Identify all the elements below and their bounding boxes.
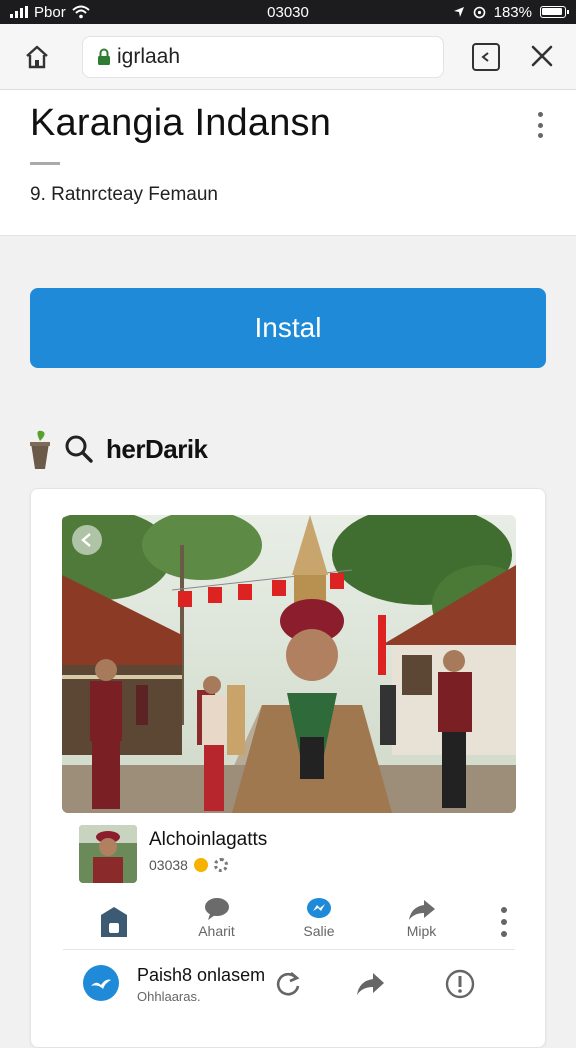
action-comment[interactable]: Aharit [182, 897, 252, 939]
avatar-image [79, 825, 137, 883]
bookmark-button[interactable] [79, 905, 149, 939]
info-button[interactable] [445, 969, 475, 999]
more-options-button[interactable] [530, 112, 550, 138]
title-divider [30, 162, 60, 165]
wifi-icon [72, 5, 90, 19]
more-vertical-icon [501, 907, 507, 937]
village-scene-image [62, 515, 516, 813]
chevron-left-icon [81, 533, 91, 547]
post-meta: 03038 [149, 857, 228, 873]
share-icon [408, 900, 435, 920]
card-divider [63, 949, 515, 950]
action-messenger[interactable]: Salie [284, 897, 354, 939]
forward-icon [357, 973, 384, 995]
alarm-icon [473, 6, 485, 18]
emoji-icon [193, 858, 208, 872]
share-row-subtitle: Ohhlaaras. [137, 989, 201, 1004]
more-dot-icon [537, 112, 543, 117]
battery-icon [540, 6, 569, 18]
bird-icon [91, 979, 111, 989]
url-text: igrlaah [117, 45, 181, 68]
signal-icon [10, 6, 28, 18]
bookmark-icon [101, 907, 127, 937]
location-icon [453, 7, 464, 17]
developer-name[interactable]: 9. Ratnrcteay Femaun [30, 184, 218, 206]
action-share[interactable]: Mipk [387, 899, 457, 939]
close-button[interactable] [528, 42, 556, 70]
comment-icon [204, 898, 229, 920]
action-share-label: Mipk [406, 923, 437, 939]
plant-pot-icon [30, 430, 50, 469]
post-photo[interactable] [62, 515, 516, 813]
avatar[interactable] [79, 825, 137, 883]
info-icon [445, 969, 475, 999]
refresh-button[interactable] [273, 969, 303, 999]
forward-button[interactable] [355, 969, 385, 999]
photo-back-button[interactable] [72, 525, 102, 555]
post-header: Alchoinlagatts 03038 [79, 825, 519, 885]
settings-icon[interactable] [213, 858, 228, 872]
home-button[interactable] [22, 42, 52, 72]
section-title: herDarik [106, 433, 208, 464]
share-badge [83, 965, 119, 1001]
app-header: Karangia Indansn 9. Ratnrcteay Femaun [0, 90, 576, 236]
address-bar[interactable]: igrlaah [82, 36, 444, 78]
tabs-button[interactable] [472, 43, 500, 71]
post-author[interactable]: Alchoinlagatts [149, 829, 267, 851]
install-button[interactable]: Instal [30, 288, 546, 368]
browser-toolbar: igrlaah [0, 24, 576, 90]
tabs-icon [481, 52, 489, 62]
close-icon [531, 45, 553, 67]
status-bar: Pbor 03030 183% [0, 0, 576, 24]
carrier-label: Pbor [34, 3, 66, 21]
messenger-icon [307, 898, 331, 918]
search-icon[interactable] [64, 434, 94, 464]
share-row[interactable]: Paish8 onlasem Ohhlaaras. [83, 961, 523, 1009]
action-comment-label: Aharit [198, 923, 235, 939]
lock-icon [98, 48, 110, 65]
post-meta-text: 03038 [149, 857, 188, 873]
post-actions: Aharit Salie Mipk [79, 887, 519, 939]
share-row-title: Paish8 onlasem [137, 965, 266, 985]
section-header: herDarik [28, 424, 548, 474]
battery-percent: 183% [493, 3, 532, 21]
status-time: 03030 [267, 3, 309, 21]
refresh-icon [276, 972, 300, 996]
post-card: Alchoinlagatts 03038 Aharit Salie Mipk P… [30, 488, 546, 1048]
home-icon [26, 45, 48, 69]
action-messenger-label: Salie [303, 923, 335, 939]
app-title: Karangia Indansn [30, 102, 332, 144]
post-more-button[interactable] [489, 905, 519, 939]
